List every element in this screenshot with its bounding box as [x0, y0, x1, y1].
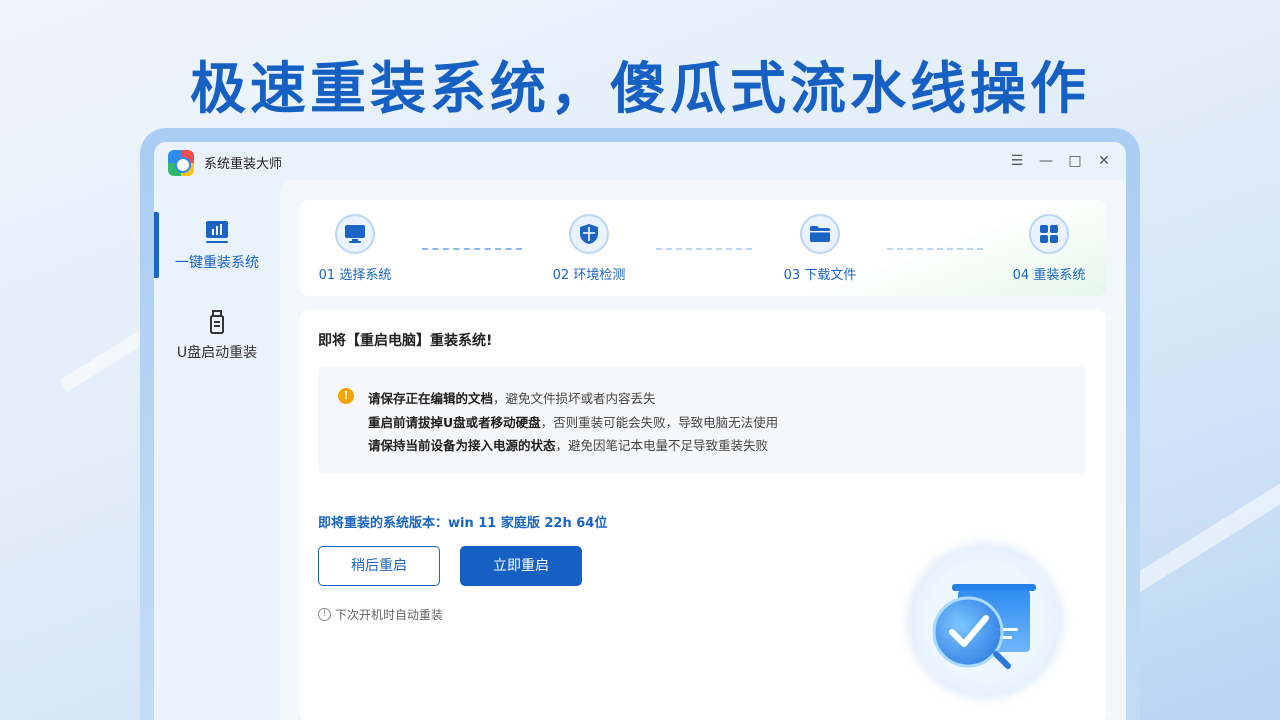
tip-rest: ，避免文件损坏或者内容丢失 — [493, 391, 656, 406]
titlebar[interactable]: 系统重装大师 ☰ — □ ✕ — [154, 142, 1126, 180]
restart-heading: 即将【重启电脑】重装系统! — [318, 333, 493, 349]
step-circle — [1029, 214, 1069, 254]
sidebar-item-one-click-reinstall[interactable]: 一键重装系统 — [154, 212, 280, 278]
tip-line: 请保持当前设备为接入电源的状态，避免因笔记本电量不足导致重装失败 — [368, 435, 768, 454]
reinstall-illustration — [910, 546, 1060, 696]
sidebar-item-label: 一键重装系统 — [175, 255, 259, 271]
tip-line: 请保存正在编辑的文档，避免文件损坏或者内容丢失 — [368, 388, 656, 407]
step-label: 01 选择系统 — [318, 268, 392, 283]
step-connector — [422, 248, 522, 250]
app-logo-icon — [168, 150, 194, 176]
step-connector — [656, 248, 752, 250]
sidebar: 一键重装系统 U盘启动重装 — [154, 180, 280, 720]
step-label: 04 重装系统 — [1012, 268, 1086, 283]
close-button[interactable]: ✕ — [1094, 151, 1114, 171]
step-label: 02 环境检测 — [552, 268, 626, 283]
tip-rest: ，否则重装可能会失败，导致电脑无法使用 — [540, 415, 779, 430]
warning-icon: ! — [338, 388, 354, 404]
sidebar-item-usb-reinstall[interactable]: U盘启动重装 — [154, 302, 280, 368]
restart-card: 即将【重启电脑】重装系统! ! 请保存正在编辑的文档，避免文件损坏或者内容丢失 … — [300, 310, 1106, 720]
tip-bold: 重启前请拔掉U盘或者移动硬盘 — [368, 415, 541, 430]
info-icon: ! — [318, 608, 331, 621]
tip-bold: 请保存正在编辑的文档 — [368, 391, 494, 406]
auto-note-text: 下次开机时自动重装 — [335, 608, 444, 622]
chart-monitor-icon — [206, 221, 228, 243]
sidebar-item-label: U盘启动重装 — [176, 345, 258, 361]
step-connector — [887, 248, 983, 250]
restart-later-button[interactable]: 稍后重启 — [318, 546, 440, 586]
progress-steps: 01 选择系统 02 环境检测 03 下载文件 04 重装系统 — [300, 200, 1106, 296]
app-window: 系统重装大师 ☰ — □ ✕ 一键重装系统 U盘启动重装 01 选择系统 02 … — [154, 142, 1126, 720]
windows-icon — [1040, 225, 1058, 243]
step-circle — [569, 214, 609, 254]
step-circle — [800, 214, 840, 254]
tips-box: ! 请保存正在编辑的文档，避免文件损坏或者内容丢失 重启前请拔掉U盘或者移动硬盘… — [318, 366, 1086, 474]
restart-now-button[interactable]: 立即重启 — [460, 546, 582, 586]
app-title: 系统重装大师 — [204, 157, 283, 172]
usb-drive-icon — [210, 310, 224, 334]
tip-line: 重启前请拔掉U盘或者移动硬盘，否则重装可能会失败，导致电脑无法使用 — [368, 412, 778, 431]
tip-bold: 请保持当前设备为接入电源的状态 — [368, 438, 556, 453]
auto-reinstall-note: ! 下次开机时自动重装 — [318, 606, 443, 623]
step-label: 03 下载文件 — [783, 268, 857, 283]
step-select-system: 01 选择系统 — [318, 214, 392, 283]
step-reinstall-system: 04 重装系统 — [1011, 214, 1087, 283]
system-version-line: 即将重装的系统版本：win 11 家庭版 22h 64位 — [318, 516, 608, 531]
step-env-check: 02 环境检测 — [551, 214, 627, 283]
minimize-button[interactable]: — — [1036, 151, 1056, 171]
main-panel: 01 选择系统 02 环境检测 03 下载文件 04 重装系统 即将【重启电脑】… — [280, 180, 1126, 720]
shield-icon — [580, 224, 598, 244]
step-circle — [335, 214, 375, 254]
monitor-icon — [345, 225, 365, 243]
hero-title: 极速重装系统，傻瓜式流水线操作 — [190, 57, 1090, 122]
folder-icon — [810, 226, 830, 242]
tip-rest: ，避免因笔记本电量不足导致重装失败 — [555, 438, 769, 453]
menu-icon[interactable]: ☰ — [1007, 151, 1027, 171]
maximize-button[interactable]: □ — [1065, 151, 1085, 171]
checklist-magnifier-icon — [932, 584, 1036, 669]
step-download-files: 03 下载文件 — [782, 214, 858, 283]
